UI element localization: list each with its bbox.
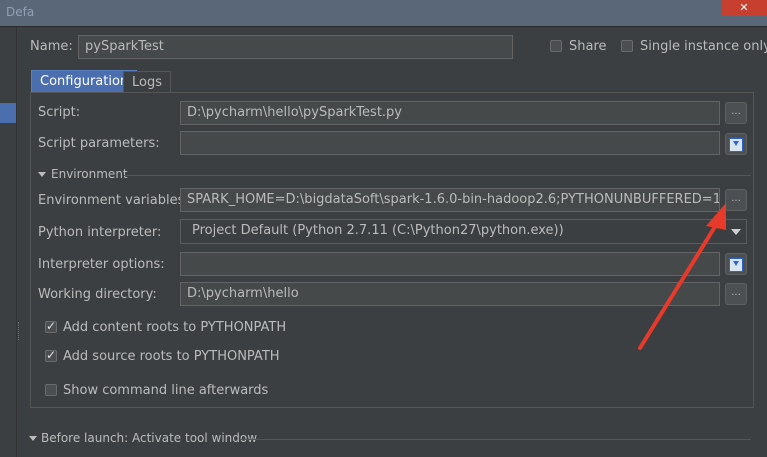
annotation-arrow-icon [638,203,726,350]
